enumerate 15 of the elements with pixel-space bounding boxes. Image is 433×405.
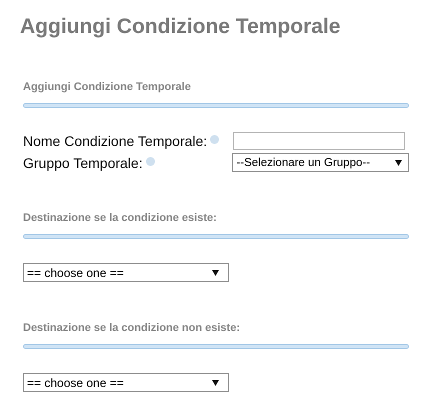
help-icon[interactable] xyxy=(210,135,220,144)
section-heading: Aggiungi Condizione Temporale xyxy=(23,81,192,94)
field-label: Gruppo Temporale: xyxy=(23,154,143,170)
help-icon[interactable] xyxy=(146,156,155,166)
dropdown[interactable]: == choose one == xyxy=(23,263,229,282)
page-title: Aggiungi Condizione Temporale xyxy=(20,14,342,40)
caret-icon xyxy=(212,380,219,386)
dropdown[interactable]: == choose one == xyxy=(23,373,229,392)
name-input[interactable] xyxy=(233,132,405,150)
section-heading: Destinazione se la condizione esiste: xyxy=(23,212,218,225)
section-heading: Destinazione se la condizione non esiste: xyxy=(23,322,241,335)
field-label: Nome Condizione Temporale: xyxy=(23,133,208,149)
dropdown[interactable]: --Selezionare un Gruppo-- xyxy=(232,153,409,172)
caret-icon xyxy=(212,270,219,276)
caret-icon xyxy=(395,160,402,166)
